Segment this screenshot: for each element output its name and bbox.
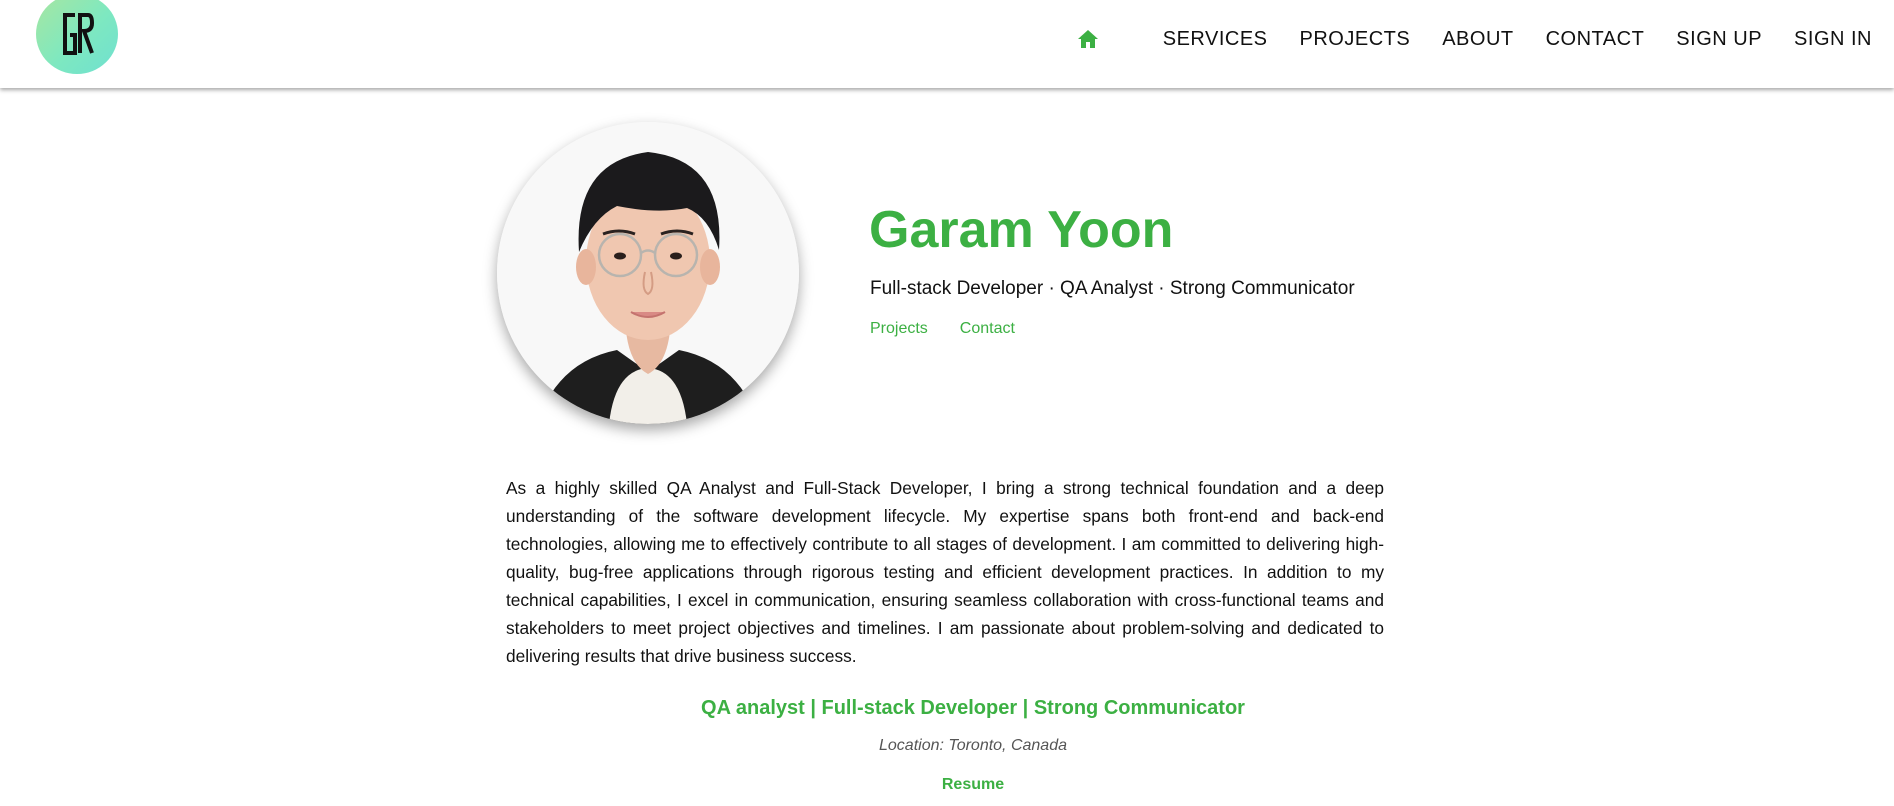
nav-projects[interactable]: PROJECTS <box>1300 28 1411 51</box>
nav-sign-up[interactable]: SIGN UP <box>1676 28 1762 51</box>
profile-bio: As a highly skilled QA Analyst and Full-… <box>506 478 1384 666</box>
profile-photo <box>497 122 799 424</box>
nav-about[interactable]: ABOUT <box>1442 28 1513 51</box>
profile-location: Location: Toronto, Canada <box>879 737 1067 754</box>
profile-name: Garam Yoon <box>869 201 1174 259</box>
site-logo[interactable] <box>36 0 118 74</box>
profile-links: Projects Contact <box>870 320 1047 338</box>
contact-link[interactable]: Contact <box>960 320 1015 338</box>
profile-tagline: Full-stack Developer · QA Analyst · Stro… <box>870 278 1355 299</box>
nav-sign-in[interactable]: SIGN IN <box>1794 28 1872 51</box>
profile-subheading: QA analyst | Full-stack Developer | Stro… <box>701 697 1245 719</box>
home-icon[interactable] <box>1077 28 1099 50</box>
projects-link[interactable]: Projects <box>870 320 928 338</box>
top-navbar: SERVICES PROJECTS ABOUT CONTACT SIGN UP … <box>0 0 1894 88</box>
logo-monogram-icon <box>63 13 94 55</box>
nav-services[interactable]: SERVICES <box>1163 28 1268 51</box>
resume-link[interactable]: Resume <box>0 776 1894 794</box>
main-nav: SERVICES PROJECTS ABOUT CONTACT SIGN UP … <box>1077 0 1872 78</box>
nav-contact[interactable]: CONTACT <box>1546 28 1645 51</box>
